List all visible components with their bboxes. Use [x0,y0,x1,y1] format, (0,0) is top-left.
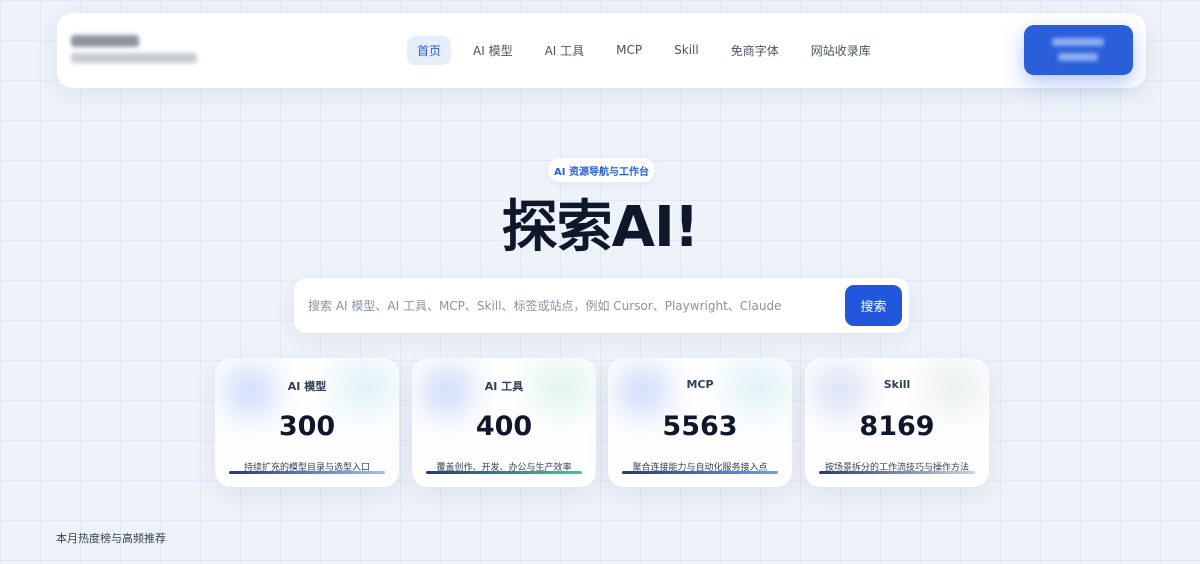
stat-card-value: 8169 [859,411,935,442]
cta-text-blur-line2 [1058,53,1098,61]
logo-tagline-blur [71,53,197,63]
search-input[interactable] [308,290,838,322]
nav-item-site-directory[interactable]: 网站收录库 [801,36,881,65]
header-cta-button-blurred[interactable] [1024,25,1133,75]
stat-card-ai-models[interactable]: AI 模型 300 持续扩充的模型目录与选型入口 [215,358,399,487]
stat-card-accent-bar [819,471,975,474]
stat-card-accent-bar [229,471,385,474]
section-label-monthly-trending: 本月热度榜与高频推荐 [56,532,166,545]
stat-card-value: 400 [475,411,533,442]
stat-card-title: Skill [883,378,911,391]
nav-item-ai-tools[interactable]: AI 工具 [535,36,595,65]
hero-title: 探索AI! [501,195,700,260]
nav-item-mcp[interactable]: MCP [606,37,652,63]
stat-card-value: 5563 [662,411,738,442]
stat-card-skill[interactable]: Skill 8169 按场景拆分的工作流技巧与操作方法 [805,358,989,487]
stat-card-accent-bar [426,471,582,474]
search-bar: 搜索 [294,278,909,333]
logo-name-blur [71,35,139,47]
stat-card-accent-bar [622,471,778,474]
hero-badge: AI 资源导航与工作台 [548,158,655,182]
nav-item-free-fonts[interactable]: 免商字体 [721,36,789,65]
search-button[interactable]: 搜索 [845,285,902,326]
stat-card-title: AI 模型 [287,380,327,393]
stat-card-value: 300 [278,411,336,442]
stat-card-title: AI 工具 [484,380,524,393]
stat-card-ai-tools[interactable]: AI 工具 400 覆盖创作、开发、办公与生产效率 [412,358,596,487]
cta-text-blur-line1 [1052,38,1104,46]
nav-item-skill[interactable]: Skill [664,37,709,63]
site-logo-blurred[interactable] [71,35,211,69]
main-nav: 首页 AI 模型 AI 工具 MCP Skill 免商字体 网站收录库 [407,35,893,65]
stat-card-title: MCP [686,378,714,391]
nav-item-home[interactable]: 首页 [407,35,452,65]
nav-item-ai-models[interactable]: AI 模型 [463,36,523,65]
stat-card-mcp[interactable]: MCP 5563 聚合连接能力与自动化服务接入点 [608,358,792,487]
top-header: 首页 AI 模型 AI 工具 MCP Skill 免商字体 网站收录库 [57,13,1146,88]
